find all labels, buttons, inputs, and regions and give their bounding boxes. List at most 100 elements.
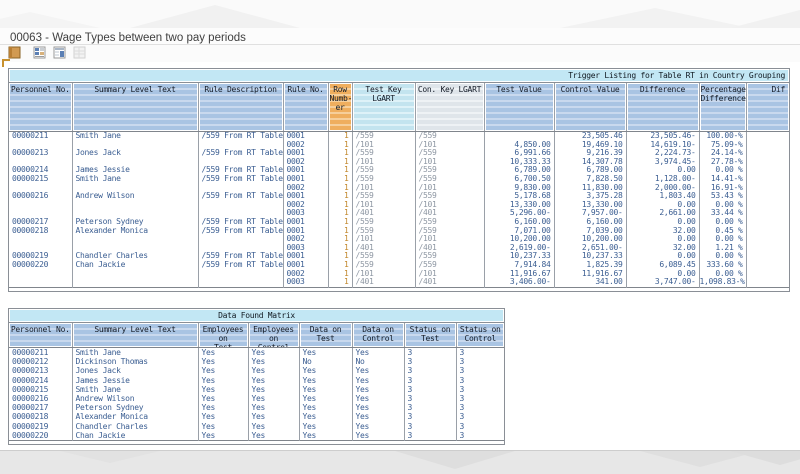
table-row[interactable]: 00021/101/10113,330.0013,330.000.000.00 … (9, 201, 789, 210)
cell: /559 (415, 175, 484, 184)
cell: 33.44 % (699, 209, 746, 218)
column-header[interactable]: Summary Level Text (72, 323, 198, 348)
column-header[interactable]: Data on Test (299, 323, 352, 348)
cell: 341.00 (554, 278, 626, 287)
table-row[interactable]: 00000214James JessieYesYesYesYes33 (9, 376, 504, 385)
table-row[interactable]: 00000218Alexander Monica/559 From RT Tab… (9, 227, 789, 236)
table-row[interactable]: 00000219Chandler CharlesYesYesYesYes33 (9, 422, 504, 431)
cell (746, 209, 789, 218)
cell: /559 (415, 192, 484, 201)
cell: 0001 (283, 227, 328, 236)
cell (746, 149, 789, 158)
cell: Smith Jane (72, 175, 198, 184)
table-row[interactable]: 00000215Smith Jane/559 From RT Table0001… (9, 175, 789, 184)
table-row[interactable]: 00021/101/1014,850.0019,469.1014,619.10-… (9, 141, 789, 150)
column-header[interactable]: Status on Control (456, 323, 504, 348)
cell (198, 158, 283, 167)
cell: 0002 (283, 158, 328, 167)
cell: 11,916.67 (484, 270, 554, 279)
table-row[interactable]: 00021/101/10110,200.0010,200.000.000.00 … (9, 235, 789, 244)
table-edit-icon[interactable] (53, 46, 66, 59)
table-row[interactable]: 00021/101/10110,333.3314,307.783,974.45-… (9, 158, 789, 167)
column-header[interactable]: Difference (626, 83, 699, 132)
cell: /401 (352, 209, 415, 218)
cell: /559 From RT Table (198, 175, 283, 184)
cell (746, 244, 789, 253)
cell: /559 From RT Table (198, 192, 283, 201)
cell: /559 (415, 252, 484, 261)
table-row[interactable]: 00000215Smith JaneYesYesYesYes33 (9, 385, 504, 394)
cell: 3,747.00- (626, 278, 699, 287)
cell: James Jessie (72, 166, 198, 175)
cell: 1 (328, 132, 352, 141)
cell: Yes (352, 403, 404, 412)
column-header[interactable]: Row Numb- er (328, 83, 352, 132)
cell: 1,825.39 (554, 261, 626, 270)
column-header[interactable]: Status on Test (404, 323, 456, 348)
cell: 0.00 % (699, 270, 746, 279)
cell: /559 (415, 261, 484, 270)
cell: 00000211 (9, 132, 72, 141)
table-row[interactable]: 00000217Peterson Sydney/559 From RT Tabl… (9, 218, 789, 227)
cell: /559 (352, 261, 415, 270)
table-row[interactable]: 00000216Andrew Wilson/559 From RT Table0… (9, 192, 789, 201)
column-header[interactable]: Rule No. (283, 83, 328, 132)
column-header[interactable]: Personnel No. (9, 323, 72, 348)
table-row[interactable]: 00000219Chandler Charles/559 From RT Tab… (9, 252, 789, 261)
cell: Yes (248, 385, 299, 394)
cell: 0003 (283, 278, 328, 287)
column-header[interactable]: Test Value (484, 83, 554, 132)
table-row[interactable]: 00031/401/4015,296.00-7,957.00-2,661.003… (9, 209, 789, 218)
cell: 1,098.83-% (699, 278, 746, 287)
table-row[interactable]: 00000212Dickinson ThomasYesYesNoNo33 (9, 357, 504, 366)
cell: /559 From RT Table (198, 166, 283, 175)
cell: Alexander Monica (72, 227, 198, 236)
column-header[interactable]: Percentage Difference (699, 83, 746, 132)
table-row[interactable]: 00031/401/4013,406.00-341.003,747.00-1,0… (9, 278, 789, 287)
table-row[interactable]: 00000211Smith Jane/559 From RT Table0001… (9, 132, 789, 141)
table-row[interactable]: 00021/101/10111,916.6711,916.670.000.00 … (9, 270, 789, 279)
cell: Yes (198, 403, 248, 412)
cell: 0.00 (626, 166, 699, 175)
cell: 3 (404, 431, 456, 441)
table-row[interactable]: 00031/401/4012,619.00-2,651.00-32.001.21… (9, 244, 789, 253)
table-row[interactable]: 00021/101/1019,830.0011,830.002,000.00-1… (9, 184, 789, 193)
cell: 0.00 (626, 270, 699, 279)
column-header[interactable]: Data on Control (352, 323, 404, 348)
cell: 00000220 (9, 261, 72, 270)
cell: Yes (248, 412, 299, 421)
column-header[interactable]: Control Value (554, 83, 626, 132)
notebook-icon[interactable] (8, 46, 21, 59)
column-header[interactable]: Employees on Test (198, 323, 248, 348)
cell: Yes (299, 431, 352, 441)
column-header[interactable]: Dif (746, 83, 789, 132)
cell: 00000217 (9, 218, 72, 227)
table-row[interactable]: 00000211Smith JaneYesYesYesYes33 (9, 348, 504, 358)
column-header[interactable]: Employees on Control (248, 323, 299, 348)
cell: /559 (352, 132, 415, 141)
table-row[interactable]: 00000216Andrew WilsonYesYesYesYes33 (9, 394, 504, 403)
table-row[interactable]: 00000217Peterson SydneyYesYesYesYes33 (9, 403, 504, 412)
column-header[interactable]: Personnel No. (9, 83, 72, 132)
table-row[interactable]: 00000220Chan JackieYesYesYesYes33 (9, 431, 504, 441)
cell: /101 (415, 270, 484, 279)
cell: Yes (299, 412, 352, 421)
table-row[interactable]: 00000213Jones Jack/559 From RT Table0001… (9, 149, 789, 158)
page-title: 00063 - Wage Types between two pay perio… (0, 30, 246, 46)
title-bar: 00063 - Wage Types between two pay perio… (0, 28, 800, 45)
cell: Smith Jane (72, 132, 198, 141)
header-pattern (0, 0, 800, 29)
table-row[interactable]: 00000218Alexander MonicaYesYesYesYes33 (9, 412, 504, 421)
list-blocks-icon[interactable] (33, 46, 46, 59)
column-header[interactable]: Con. Key LGART (415, 83, 484, 132)
table-row[interactable]: 00000213Jones JackYesYesYesYes33 (9, 366, 504, 375)
table-row[interactable]: 00000214James Jessie/559 From RT Table00… (9, 166, 789, 175)
report-content: Trigger Listing for Table RT in Country … (0, 62, 800, 450)
cell: 6,991.66 (484, 149, 554, 158)
trigger-table-caption: Trigger Listing for Table RT in Country … (10, 70, 788, 81)
column-header[interactable]: Summary Level Text (72, 83, 198, 132)
table-row[interactable]: 00000220Chan Jackie/559 From RT Table000… (9, 261, 789, 270)
column-header[interactable]: Test Key LGART (352, 83, 415, 132)
cell: 3 (404, 348, 456, 358)
column-header[interactable]: Rule Description (198, 83, 283, 132)
